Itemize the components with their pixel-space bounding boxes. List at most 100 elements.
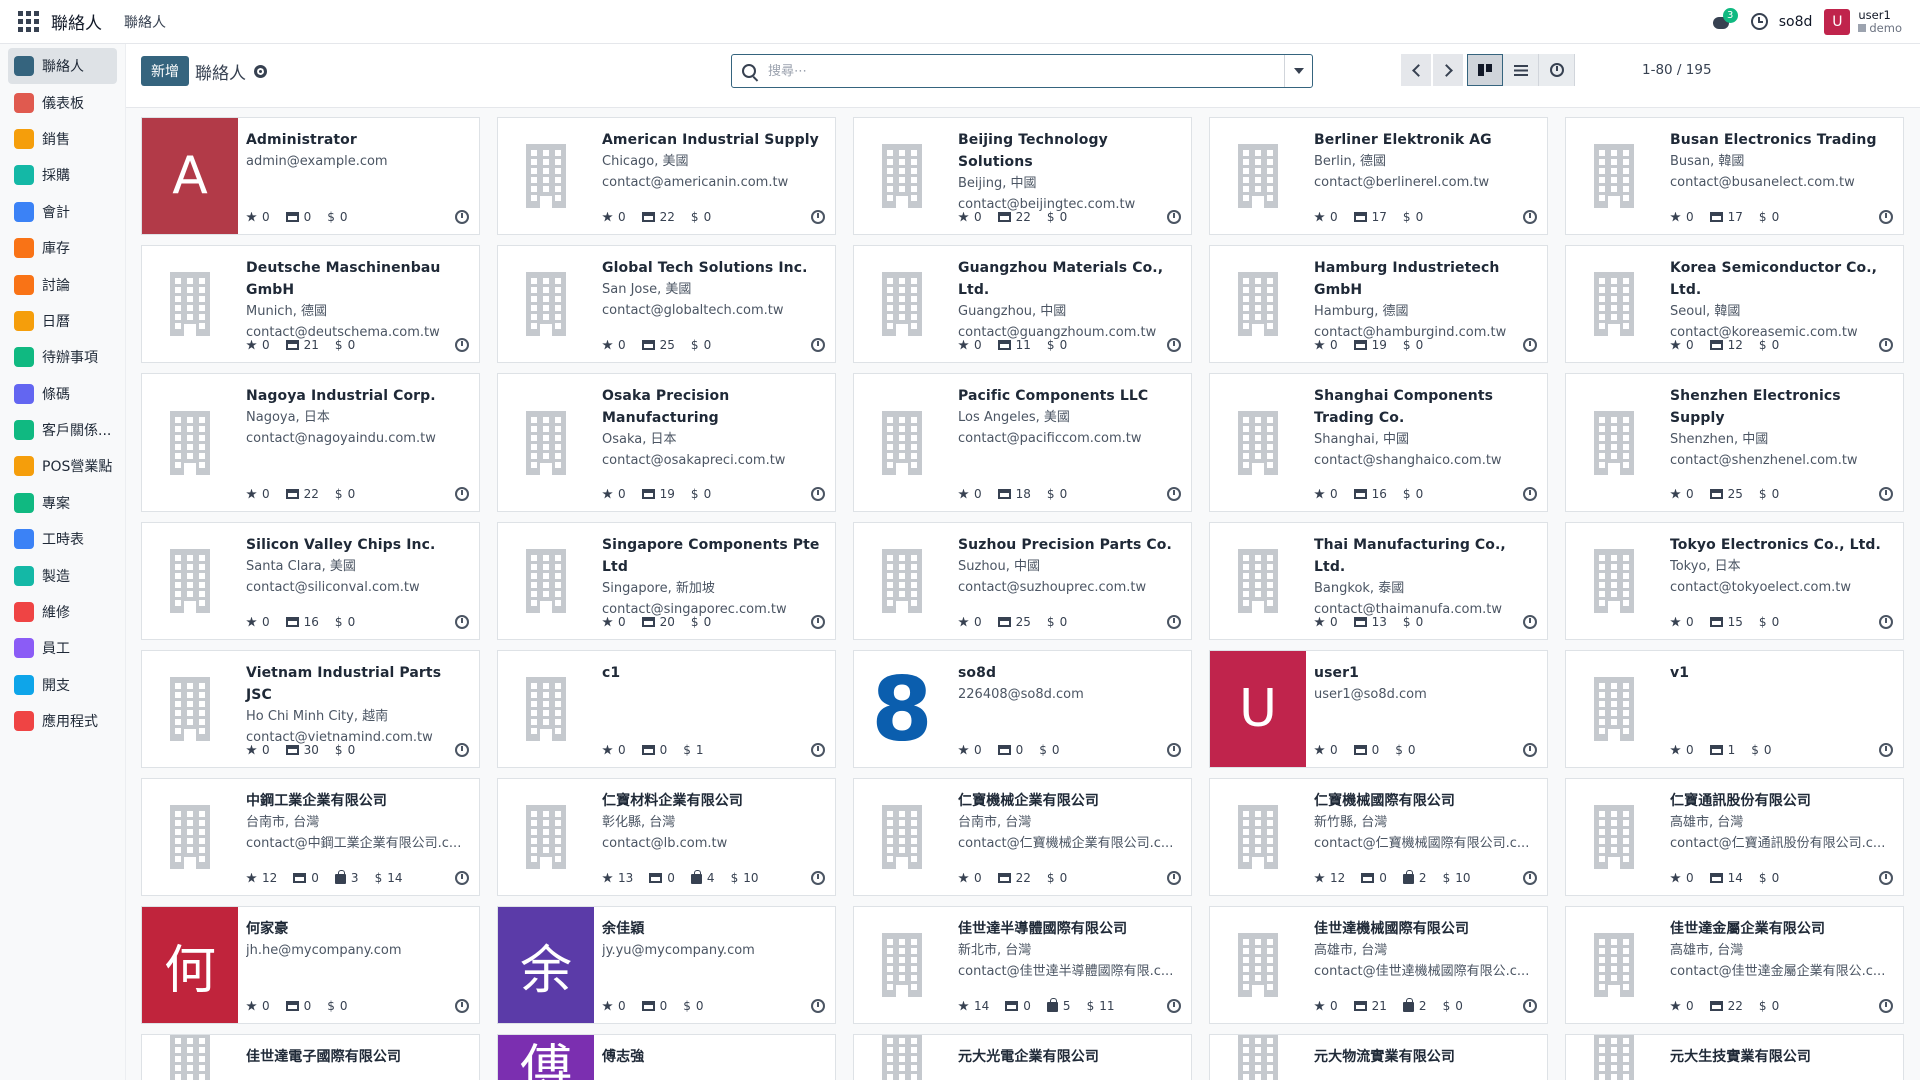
activity-clock-icon[interactable] [1167,487,1181,501]
sidebar-item-employees[interactable]: 員工 [8,630,117,666]
stat-star[interactable]: 0 [958,338,982,352]
sidebar-item-pos[interactable]: POS營業點 [8,448,117,484]
stat-card[interactable]: 19 [641,487,675,501]
menu-contacts[interactable]: 聯絡人 [124,12,166,32]
stat-star[interactable]: 0 [1670,871,1694,885]
activity-clock-icon[interactable] [1167,871,1181,885]
list-view-button[interactable] [1503,54,1539,86]
stat-card[interactable]: 0 [641,743,667,757]
stat-dollar[interactable]: $0 [1047,210,1067,224]
stat-bag[interactable]: 5 [1046,998,1071,1013]
activity-view-button[interactable] [1539,54,1575,86]
pager-value[interactable]: 1-80 / 195 [1642,62,1712,78]
stat-star[interactable]: 0 [958,743,982,757]
chat-icon[interactable]: 3 [1711,7,1738,33]
stat-card[interactable]: 21 [1353,999,1387,1013]
sidebar-item-repair[interactable]: 維修 [8,594,117,630]
activity-clock-icon[interactable] [811,210,825,224]
stat-star[interactable]: 0 [246,338,270,352]
activity-clock-icon[interactable] [1523,487,1537,501]
activity-clock-icon[interactable] [1523,871,1537,885]
stat-dollar[interactable]: $0 [335,338,355,352]
stat-star[interactable]: 0 [602,743,626,757]
stat-dollar[interactable]: $0 [335,615,355,629]
app-title[interactable]: 聯絡人 [51,9,102,34]
contact-card[interactable]: Pacific Components LLC Los Angeles, 美國 con… [853,373,1192,512]
stat-card[interactable]: 22 [1709,999,1743,1013]
contact-card[interactable]: 傅 傅志強 [497,1034,836,1080]
stat-card[interactable]: 11 [997,338,1031,352]
stat-dollar[interactable]: $0 [327,999,347,1013]
stat-dollar[interactable]: $0 [1443,999,1463,1013]
stat-dollar[interactable]: $10 [731,871,759,885]
stat-dollar[interactable]: $0 [683,999,703,1013]
stat-card[interactable]: 17 [1709,210,1743,224]
stat-star[interactable]: 0 [246,615,270,629]
gear-icon[interactable] [254,65,267,78]
stat-star[interactable]: 0 [246,487,270,501]
contact-card[interactable]: 佳世達機械國際有限公司 高雄市, 台灣 contact@佳世達機械國際有限公.c..… [1209,906,1548,1024]
stat-card[interactable]: 21 [285,338,319,352]
activity-clock-icon[interactable] [1879,999,1893,1013]
stat-bag[interactable]: 2 [1402,870,1427,885]
activity-clock-icon[interactable] [811,743,825,757]
stat-dollar[interactable]: $0 [691,338,711,352]
contact-card[interactable]: 佳世達金屬企業有限公司 高雄市, 台灣 contact@佳世達金屬企業有限公.c..… [1565,906,1904,1024]
contact-card[interactable]: Shenzhen Electronics Supply Shenzhen, 中國 c… [1565,373,1904,512]
stat-star[interactable]: 0 [1314,999,1338,1013]
activity-clock-icon[interactable] [1523,743,1537,757]
stat-card[interactable]: 0 [285,210,311,224]
stat-card[interactable]: 16 [285,615,319,629]
stat-dollar[interactable]: $0 [1403,338,1423,352]
contact-card[interactable]: Osaka Precision Manufacturing Osaka, 日本 co… [497,373,836,512]
contact-card[interactable]: Nagoya Industrial Corp. Nagoya, 日本 contact… [141,373,480,512]
stat-star[interactable]: 12 [1314,871,1345,885]
sidebar-item-purchase[interactable]: 採購 [8,157,117,193]
stat-card[interactable]: 0 [285,999,311,1013]
stat-star[interactable]: 12 [246,871,277,885]
stat-dollar[interactable]: $0 [327,210,347,224]
stat-dollar[interactable]: $0 [1403,487,1423,501]
sidebar-item-timesheet[interactable]: 工時表 [8,521,117,557]
stat-star[interactable]: 0 [958,487,982,501]
sidebar-item-barcode[interactable]: 條碼 [8,376,117,412]
contact-card[interactable]: 余余佳穎 jy.yu@mycompany.com 0 0 $0 [497,906,836,1024]
activity-clock-icon[interactable] [455,210,469,224]
activity-clock-icon[interactable] [455,999,469,1013]
contact-card[interactable]: Beijing Technology Solutions Beijing, 中國 c… [853,117,1192,235]
activity-clock-icon[interactable] [1523,999,1537,1013]
stat-star[interactable]: 0 [1314,743,1338,757]
pager-next-button[interactable] [1433,54,1463,86]
stat-star[interactable]: 0 [1670,338,1694,352]
activity-clock-icon[interactable] [1167,999,1181,1013]
stat-star[interactable]: 0 [1670,743,1694,757]
sidebar-item-dashboard[interactable]: 儀表板 [8,84,117,120]
stat-dollar[interactable]: $0 [1403,615,1423,629]
stat-dollar[interactable]: $0 [1759,338,1779,352]
activity-clock-icon[interactable] [1523,210,1537,224]
stat-bag[interactable]: 4 [690,870,715,885]
stat-star[interactable]: 0 [246,999,270,1013]
stat-dollar[interactable]: $0 [1047,338,1067,352]
sidebar-item-accounting[interactable]: 會計 [8,194,117,230]
contact-card[interactable]: 元大光電企業有限公司 [853,1034,1192,1080]
sidebar-item-sales[interactable]: 銷售 [8,121,117,157]
stat-star[interactable]: 0 [1670,615,1694,629]
sidebar-item-contacts[interactable]: 聯絡人 [8,48,117,85]
stat-card[interactable]: 0 [997,743,1023,757]
activity-clock-icon[interactable] [811,338,825,352]
stat-dollar[interactable]: $0 [1759,615,1779,629]
contact-card[interactable]: Korea Semiconductor Co., Ltd. Seoul, 韓國 co… [1565,245,1904,363]
activity-clock-icon[interactable] [455,338,469,352]
stat-dollar[interactable]: $0 [1759,487,1779,501]
stat-card[interactable]: 25 [641,338,675,352]
apps-menu-icon[interactable] [17,11,39,33]
contact-card[interactable]: 元大生技實業有限公司 [1565,1034,1904,1080]
activity-clock-icon[interactable] [1879,338,1893,352]
stat-star[interactable]: 0 [958,871,982,885]
activity-clock-icon[interactable] [1167,338,1181,352]
search-options-toggle[interactable] [1284,55,1312,87]
contact-card[interactable]: 仁寶材料企業有限公司 彰化縣, 台灣 contact@lb.com.tw 13 0 4 $1… [497,778,836,896]
stat-card[interactable]: 0 [649,871,675,885]
stat-card[interactable]: 20 [641,615,675,629]
